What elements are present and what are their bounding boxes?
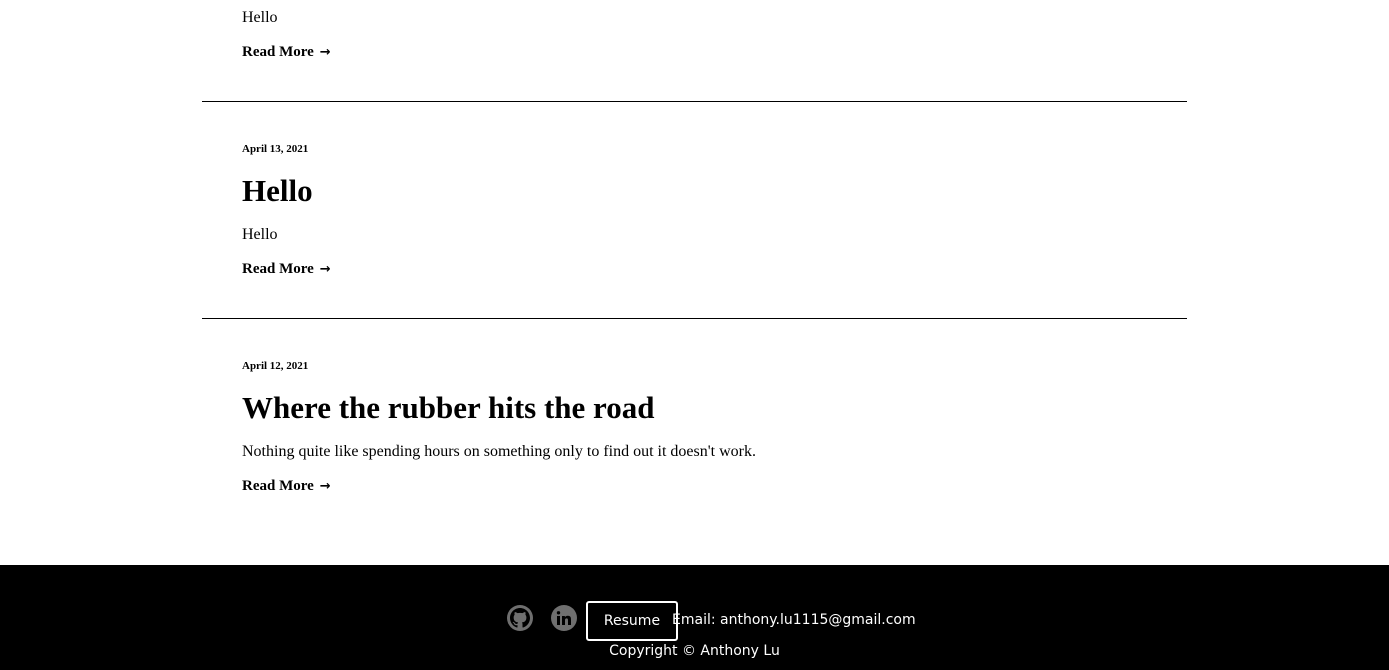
- arrow-right-icon: →: [319, 262, 331, 277]
- read-more-label: Read More: [242, 261, 314, 277]
- site-footer: Resume Email: anthony.lu1115@gmail.com C…: [0, 565, 1389, 670]
- post-title[interactable]: Hello: [242, 173, 313, 209]
- post-date: April 13, 2021: [242, 143, 309, 155]
- post-excerpt: Nothing quite like spending hours on som…: [242, 443, 756, 460]
- post-excerpt: Hello: [242, 9, 278, 26]
- arrow-right-icon: →: [319, 479, 331, 494]
- github-icon[interactable]: [507, 605, 533, 631]
- post-date: April 12, 2021: [242, 360, 309, 372]
- arrow-right-icon: →: [319, 45, 331, 60]
- read-more-label: Read More: [242, 44, 314, 60]
- post-list: Hello Read More → April 13, 2021 Hello He…: [0, 0, 1389, 565]
- email-text: Email: anthony.lu1115@gmail.com: [672, 612, 916, 628]
- read-more-label: Read More: [242, 478, 314, 494]
- github-icon-glyph: [510, 608, 530, 628]
- linkedin-icon[interactable]: [551, 605, 577, 631]
- post-title[interactable]: Where the rubber hits the road: [242, 390, 654, 426]
- resume-button[interactable]: Resume: [586, 601, 678, 641]
- copyright-text: Copyright © Anthony Lu: [609, 643, 780, 659]
- post-divider: [202, 101, 1187, 102]
- read-more-link[interactable]: Read More →: [242, 43, 331, 62]
- post-excerpt: Hello: [242, 226, 278, 243]
- linkedin-icon-glyph: [556, 611, 571, 625]
- post-divider: [202, 318, 1187, 319]
- read-more-link[interactable]: Read More →: [242, 260, 331, 279]
- read-more-link[interactable]: Read More →: [242, 477, 331, 496]
